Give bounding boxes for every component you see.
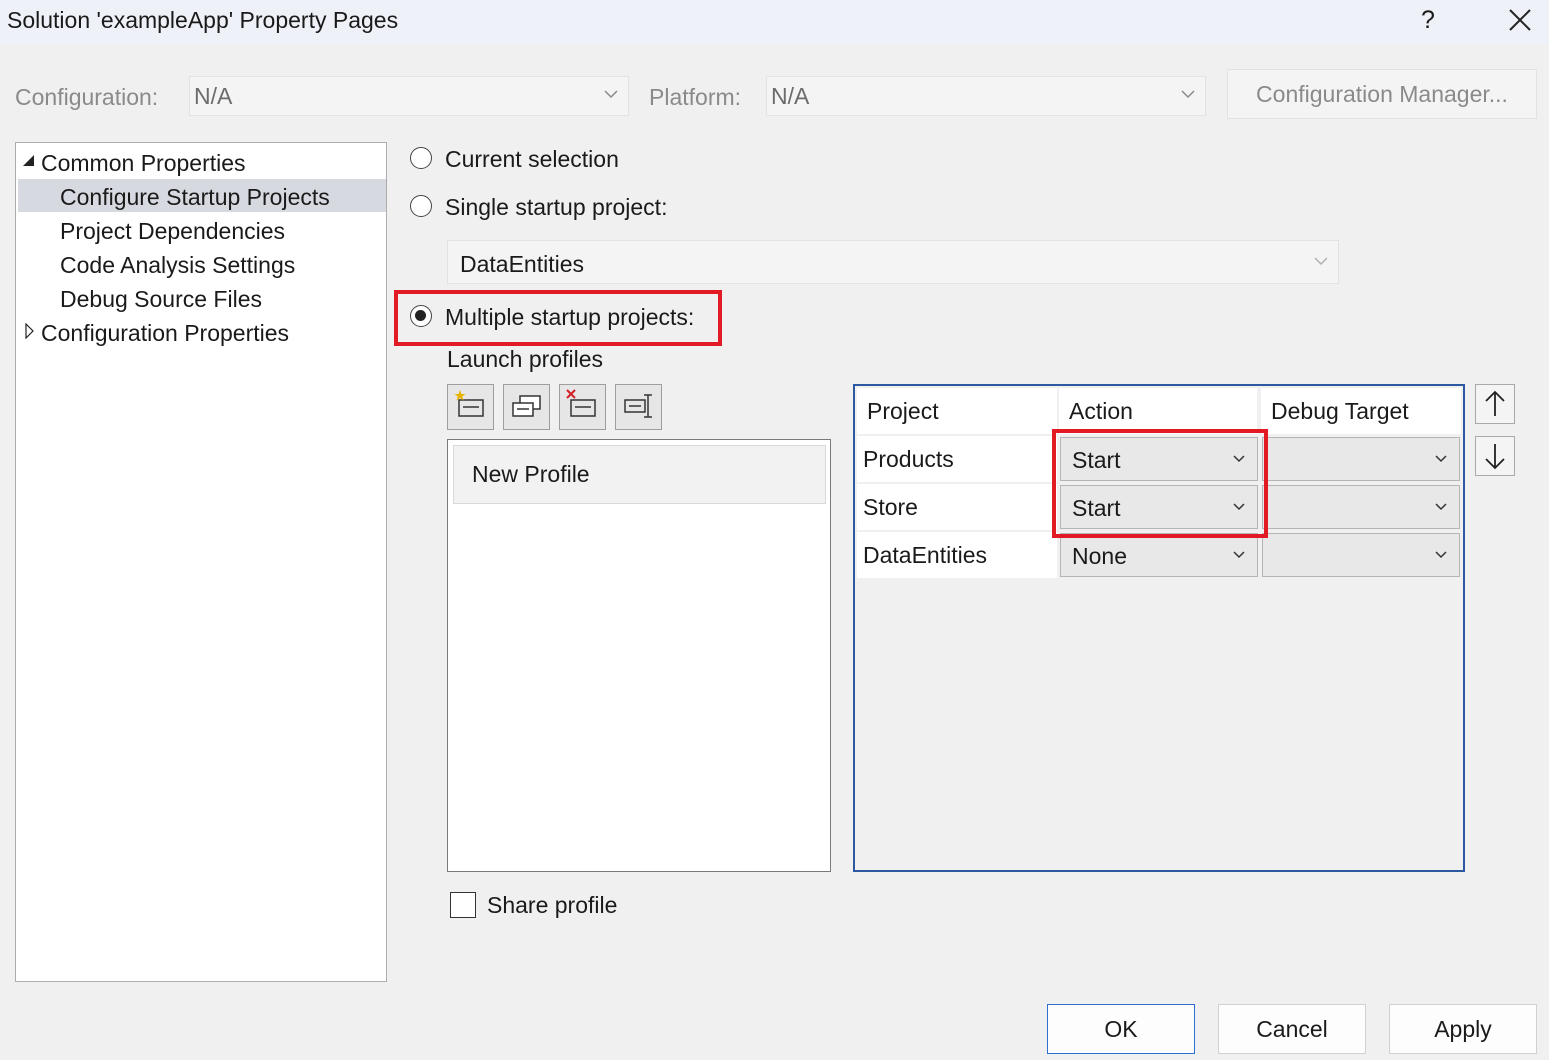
chevron-down-icon xyxy=(1435,551,1447,559)
close-button[interactable] xyxy=(1496,0,1544,44)
tree-item-common-properties[interactable]: Common Properties xyxy=(41,146,246,180)
profile-name: New Profile xyxy=(472,461,590,487)
move-down-button[interactable] xyxy=(1475,436,1515,476)
configuration-manager-button[interactable]: Configuration Manager... xyxy=(1227,69,1537,119)
column-header-debug-target[interactable]: Debug Target xyxy=(1261,388,1461,434)
property-tree: Common Properties Configure Startup Proj… xyxy=(15,142,387,982)
tree-item-debug-source-files[interactable]: Debug Source Files xyxy=(60,282,262,316)
configuration-value: N/A xyxy=(194,83,233,109)
close-icon xyxy=(1509,9,1531,31)
rename-profile-button[interactable] xyxy=(615,384,662,430)
single-project-value: DataEntities xyxy=(460,251,585,277)
window-title: Solution 'exampleApp' Property Pages xyxy=(7,7,399,33)
configuration-dropdown[interactable]: N/A xyxy=(189,76,629,116)
single-startup-label: Single startup project: xyxy=(445,194,668,220)
table-row-project: DataEntities xyxy=(857,532,1057,578)
share-profile-checkbox[interactable] xyxy=(450,892,476,918)
table-row-project: Store xyxy=(857,484,1057,530)
multiple-startup-radio[interactable] xyxy=(410,305,432,327)
list-item[interactable]: New Profile xyxy=(453,445,826,504)
new-profile-icon xyxy=(454,390,484,417)
arrow-down-icon xyxy=(1485,444,1505,470)
copy-profile-icon xyxy=(512,395,541,417)
ok-button[interactable]: OK xyxy=(1047,1004,1195,1054)
share-profile-label: Share profile xyxy=(487,892,618,918)
debug-target-dropdown[interactable] xyxy=(1262,437,1460,481)
action-column-highlight xyxy=(1052,429,1268,538)
new-profile-button[interactable] xyxy=(447,384,494,430)
multiple-startup-label: Multiple startup projects: xyxy=(445,304,695,330)
current-selection-radio[interactable] xyxy=(410,147,432,169)
action-value: None xyxy=(1072,543,1127,569)
table-row-project: Products xyxy=(857,436,1057,482)
copy-profile-button[interactable] xyxy=(503,384,550,430)
tree-item-project-dependencies[interactable]: Project Dependencies xyxy=(60,214,285,248)
column-header-action[interactable]: Action xyxy=(1059,388,1257,434)
action-dropdown[interactable]: None xyxy=(1060,533,1258,577)
chevron-down-icon xyxy=(1314,257,1328,266)
delete-profile-icon xyxy=(566,389,596,417)
rename-profile-icon xyxy=(624,394,652,418)
column-header-project[interactable]: Project xyxy=(857,388,1057,434)
platform-label: Platform: xyxy=(649,84,742,110)
chevron-down-icon xyxy=(1435,503,1447,511)
chevron-down-icon xyxy=(1435,455,1447,463)
current-selection-label: Current selection xyxy=(445,146,619,172)
launch-profiles-label: Launch profiles xyxy=(447,346,603,372)
debug-target-dropdown[interactable] xyxy=(1262,485,1460,529)
single-startup-radio[interactable] xyxy=(410,195,432,217)
cancel-button[interactable]: Cancel xyxy=(1218,1004,1366,1054)
tree-item-configure-startup-projects[interactable]: Configure Startup Projects xyxy=(60,180,330,214)
platform-value: N/A xyxy=(771,83,810,109)
apply-button[interactable]: Apply xyxy=(1389,1004,1537,1054)
chevron-down-icon xyxy=(1181,90,1195,99)
chevron-down-icon xyxy=(1233,551,1245,559)
tree-item-configuration-properties[interactable]: Configuration Properties xyxy=(41,316,289,350)
debug-target-dropdown[interactable] xyxy=(1262,533,1460,577)
arrow-up-icon xyxy=(1485,390,1505,416)
collapsed-triangle-icon[interactable] xyxy=(25,323,34,339)
configuration-label: Configuration: xyxy=(15,84,159,110)
help-button[interactable]: ? xyxy=(1405,0,1451,44)
delete-profile-button[interactable] xyxy=(559,384,606,430)
tree-item-code-analysis-settings[interactable]: Code Analysis Settings xyxy=(60,248,295,282)
expanded-triangle-icon[interactable] xyxy=(23,155,35,166)
chevron-down-icon xyxy=(604,90,618,99)
platform-dropdown[interactable]: N/A xyxy=(766,76,1206,116)
single-project-dropdown[interactable]: DataEntities xyxy=(447,240,1339,284)
radio-selected-dot xyxy=(415,310,426,321)
move-up-button[interactable] xyxy=(1475,384,1515,424)
